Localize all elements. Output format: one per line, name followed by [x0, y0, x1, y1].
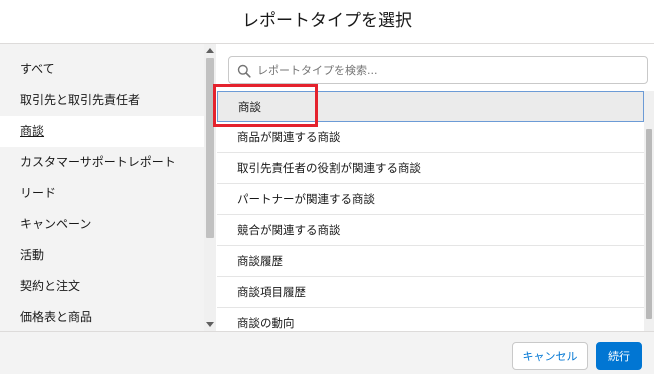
dialog-footer: キャンセル 続行 — [0, 331, 654, 374]
search-input[interactable] — [257, 60, 637, 80]
search-box[interactable] — [228, 56, 648, 84]
search-icon — [237, 64, 251, 78]
category-item-campaigns[interactable]: キャンペーン — [0, 209, 204, 240]
dialog-title: レポートタイプを選択 — [242, 11, 412, 31]
category-item-all[interactable]: すべて — [0, 54, 204, 85]
chevron-up-icon[interactable] — [206, 48, 214, 53]
category-item-activities[interactable]: 活動 — [0, 240, 204, 271]
category-item-accounts-contacts[interactable]: 取引先と取引先責任者 — [0, 85, 204, 116]
list-scrollbar[interactable] — [644, 91, 654, 331]
cancel-button[interactable]: キャンセル — [512, 342, 588, 370]
category-item-leads[interactable]: リード — [0, 178, 204, 209]
selection-highlight-box — [213, 84, 318, 127]
category-item-opportunities[interactable]: 商談 — [0, 116, 204, 147]
list-scroll-thumb[interactable] — [646, 129, 652, 319]
category-list: すべて 取引先と取引先責任者 商談 カスタマーサポートレポート リード キャンペ… — [0, 54, 204, 333]
category-item-pricebooks-products[interactable]: 価格表と商品 — [0, 302, 204, 333]
category-item-customer-support[interactable]: カスタマーサポートレポート — [0, 147, 204, 178]
category-item-contracts-orders[interactable]: 契約と注文 — [0, 271, 204, 302]
report-type-item-opportunities-contact-roles[interactable]: 取引先責任者の役割が関連する商談 — [217, 153, 644, 184]
continue-button[interactable]: 続行 — [596, 342, 642, 370]
chevron-down-icon[interactable] — [206, 322, 214, 327]
report-type-item-opportunity-history[interactable]: 商談履歴 — [217, 246, 644, 277]
dialog-header: レポートタイプを選択 — [0, 0, 654, 44]
report-type-item-opportunity-field-history[interactable]: 商談項目履歴 — [217, 277, 644, 308]
report-type-item-opportunities-partners[interactable]: パートナーが関連する商談 — [217, 184, 644, 215]
report-type-item-opportunities-competitors[interactable]: 競合が関連する商談 — [217, 215, 644, 246]
report-type-dialog: レポートタイプを選択 すべて 取引先と取引先責任者 商談 カスタマーサポートレポ… — [0, 0, 654, 374]
report-type-list: 商談 商品が関連する商談 取引先責任者の役割が関連する商談 パートナーが関連する… — [217, 91, 644, 339]
category-sidebar: すべて 取引先と取引先責任者 商談 カスタマーサポートレポート リード キャンペ… — [0, 44, 216, 331]
